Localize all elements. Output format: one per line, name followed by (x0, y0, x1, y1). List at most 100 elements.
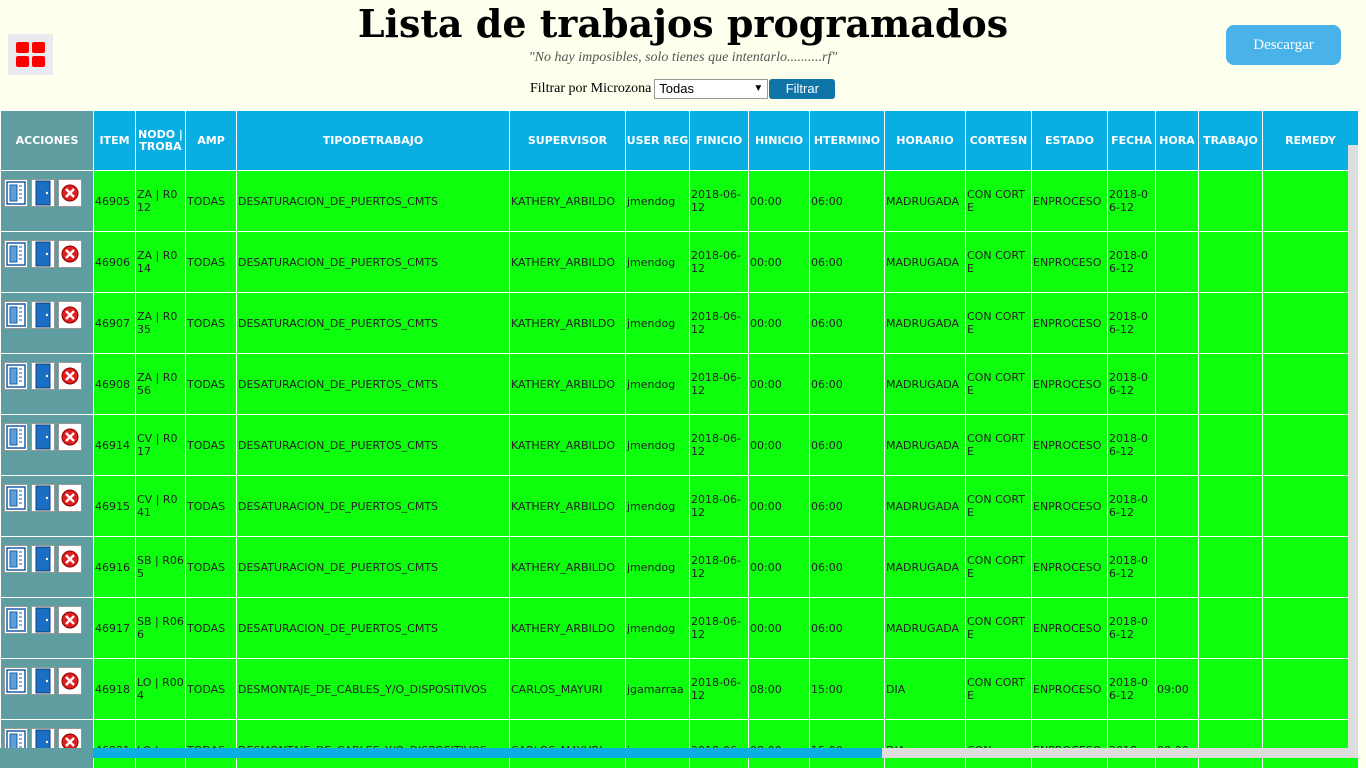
delete-icon[interactable] (58, 362, 82, 390)
cell-item: 46918 (93, 658, 136, 720)
open-door-icon[interactable] (31, 423, 55, 451)
jobs-table: ACCIONES ITEM NODO | TROBA AMP TIPODETRABAJO… (0, 110, 1359, 768)
filter-button[interactable]: Filtrar (769, 78, 836, 99)
delete-icon[interactable] (58, 240, 82, 268)
cell-remedy (1262, 597, 1359, 659)
cell-horario: MADRUGADA (884, 231, 966, 293)
cell-hora (1155, 353, 1199, 415)
row-actions (0, 597, 94, 659)
edit-icon[interactable] (4, 667, 28, 695)
cell-hora (1155, 170, 1199, 232)
cell-remedy (1262, 536, 1359, 598)
edit-icon[interactable] (4, 545, 28, 573)
edit-icon[interactable] (4, 179, 28, 207)
cell-item: 46906 (93, 231, 136, 293)
cell-corte: CON CORTE (965, 231, 1032, 293)
cell-supervisor: KATHERY_ARBILDO (509, 536, 626, 598)
delete-icon[interactable] (58, 484, 82, 512)
table-row: 46905 ZA | R012 TODAS DESATURACION_DE_PUERT… (0, 170, 1359, 232)
open-door-icon[interactable] (31, 240, 55, 268)
cell-item: 46908 (93, 353, 136, 415)
cell-fecha: 2018-06-12 (1107, 658, 1156, 720)
delete-icon[interactable] (58, 179, 82, 207)
cell-tipo: DESATURACION_DE_PUERTOS_CMTS (236, 292, 510, 354)
column-header-trabajo: TRABAJO (1198, 110, 1263, 171)
cell-hinicio: 00:00 (748, 597, 810, 659)
cell-hora: 09:00 (1155, 658, 1199, 720)
column-header-finicio: FINICIO (689, 110, 749, 171)
cell-finicio: 2018-06-12 (689, 475, 749, 537)
horizontal-scrollbar[interactable] (93, 748, 1358, 758)
open-door-icon[interactable] (31, 301, 55, 329)
jobs-table-container[interactable]: ACCIONES ITEM NODO | TROBA AMP TIPODETRABAJO… (0, 110, 1366, 768)
column-header-hinicio: HINICIO (748, 110, 810, 171)
table-row: 46907 ZA | R035 TODAS DESATURACION_DE_PUERT… (0, 292, 1359, 354)
cell-amp: TODAS (185, 231, 237, 293)
cell-amp: TODAS (185, 597, 237, 659)
delete-icon[interactable] (58, 423, 82, 451)
column-header-estado: ESTADO (1031, 110, 1108, 171)
open-door-icon[interactable] (31, 362, 55, 390)
cell-hinicio: 00:00 (748, 170, 810, 232)
open-door-icon[interactable] (31, 179, 55, 207)
delete-icon[interactable] (58, 545, 82, 573)
cell-supervisor: KATHERY_ARBILDO (509, 170, 626, 232)
vertical-scrollbar[interactable] (1348, 145, 1358, 748)
cell-user: jmendog (625, 597, 690, 659)
cell-fecha: 2018-06-12 (1107, 231, 1156, 293)
cell-fecha: 2018-06-12 (1107, 292, 1156, 354)
cell-horario: DIA (884, 719, 966, 768)
cell-nodo: CV | R017 (135, 414, 186, 476)
row-actions (0, 231, 94, 293)
edit-icon[interactable] (4, 301, 28, 329)
filter-bar: Filtrar por Microzona Todas ▼ Filtrar (530, 78, 836, 99)
cell-user: jmendog (625, 231, 690, 293)
open-door-icon[interactable] (31, 484, 55, 512)
cell-htermino: 06:00 (809, 170, 885, 232)
cell-supervisor: KATHERY_ARBILDO (509, 475, 626, 537)
edit-icon[interactable] (4, 423, 28, 451)
column-header-cortesn: CORTESN (965, 110, 1032, 171)
cell-finicio: 2018-06-12 (689, 536, 749, 598)
cell-amp: TODAS (185, 353, 237, 415)
horizontal-scrollbar-thumb[interactable] (93, 748, 882, 758)
cell-supervisor: KATHERY_ARBILDO (509, 414, 626, 476)
cell-remedy (1262, 719, 1359, 768)
delete-icon[interactable] (58, 301, 82, 329)
cell-item: 46907 (93, 292, 136, 354)
cell-hora (1155, 597, 1199, 659)
column-header-remedy: REMEDY (1262, 110, 1359, 171)
open-door-icon[interactable] (31, 667, 55, 695)
cell-estado: ENPROCESO (1031, 536, 1108, 598)
cell-remedy (1262, 658, 1359, 720)
edit-icon[interactable] (4, 240, 28, 268)
download-button[interactable]: Descargar (1226, 25, 1341, 65)
cell-htermino: 06:00 (809, 536, 885, 598)
cell-supervisor: CARLOS_MAYURI (509, 658, 626, 720)
open-door-icon[interactable] (31, 545, 55, 573)
table-row: 46916 SB | R065 TODAS DESATURACION_DE_PUERT… (0, 536, 1359, 598)
cell-user: jgamarraa (625, 658, 690, 720)
cell-tipo: DESATURACION_DE_PUERTOS_CMTS (236, 414, 510, 476)
cell-user: jmendog (625, 414, 690, 476)
cell-item: 46915 (93, 475, 136, 537)
cell-user: jmendog (625, 536, 690, 598)
delete-icon[interactable] (58, 606, 82, 634)
edit-icon[interactable] (4, 484, 28, 512)
column-header-htermino: HTERMINO (809, 110, 885, 171)
cell-corte: CON CORTE (965, 475, 1032, 537)
cell-htermino: 06:00 (809, 231, 885, 293)
delete-icon[interactable] (58, 667, 82, 695)
table-row: 46906 ZA | R014 TODAS DESATURACION_DE_PUERT… (0, 231, 1359, 293)
edit-icon[interactable] (4, 362, 28, 390)
cell-horario: MADRUGADA (884, 536, 966, 598)
open-door-icon[interactable] (31, 606, 55, 634)
cell-user: jmendog (625, 170, 690, 232)
cell-user: jmendog (625, 475, 690, 537)
cell-hora: 08:00 (1155, 719, 1199, 768)
microzona-select[interactable]: Todas ▼ (654, 78, 769, 99)
edit-icon[interactable] (4, 606, 28, 634)
column-header-horario: HORARIO (884, 110, 966, 171)
cell-amp: TODAS (185, 719, 237, 768)
cell-tipo: DESATURACION_DE_PUERTOS_CMTS (236, 475, 510, 537)
